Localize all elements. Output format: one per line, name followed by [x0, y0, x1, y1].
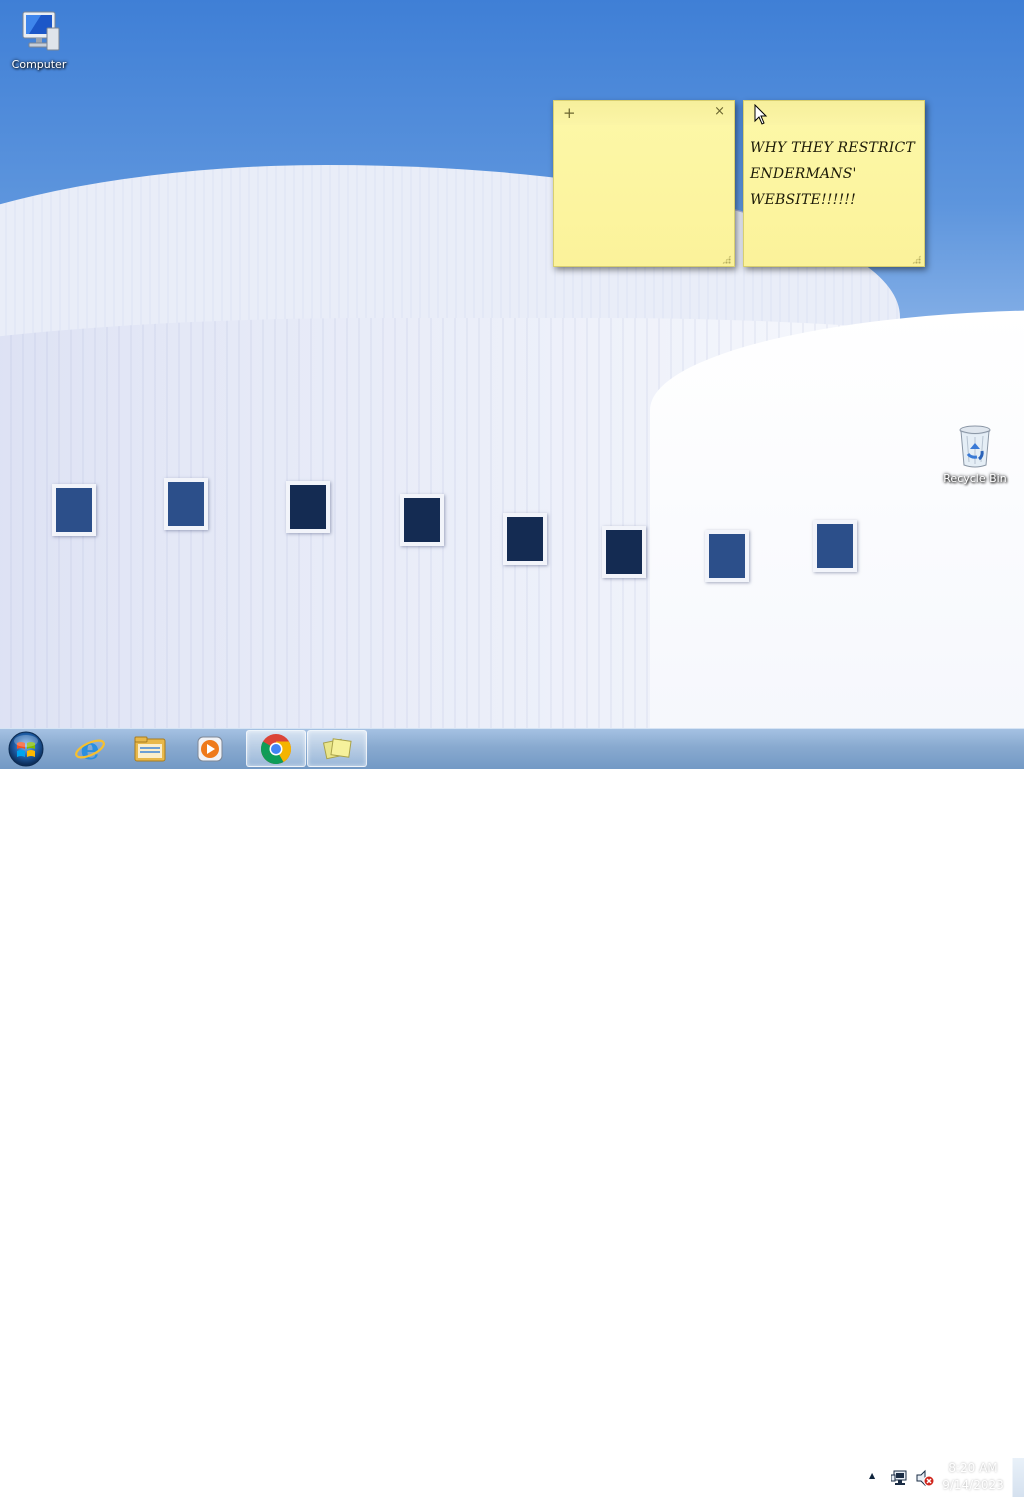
volume-muted-icon[interactable] [915, 1469, 935, 1487]
resize-grip-icon[interactable] [722, 255, 731, 264]
chrome-icon [260, 733, 292, 764]
sticky-notes-icon [322, 737, 352, 759]
internet-explorer-icon: e [75, 733, 105, 765]
sticky-note[interactable]: WHY THEY RESTRICT ENDERMANS' WEBSITE!!!!… [743, 100, 925, 267]
sticky-note-titlebar[interactable]: + × [554, 101, 734, 125]
show-desktop-button[interactable] [1012, 1458, 1024, 1497]
wallpaper-wave-front [650, 310, 1024, 728]
desktop-icon-computer[interactable]: Computer [1, 8, 77, 71]
sticky-note[interactable]: + × [553, 100, 735, 267]
sticky-note-line: WHY THEY RESTRICT [750, 140, 915, 156]
taskbar-explorer-button[interactable] [121, 730, 179, 767]
wallpaper-window [400, 494, 444, 546]
clock-time: 8:20 AM [948, 1461, 998, 1475]
svg-text:e: e [80, 733, 99, 765]
wallpaper-window [52, 484, 96, 536]
desktop-icon-label: Computer [11, 58, 67, 71]
media-player-icon [197, 736, 223, 761]
taskbar-media-player-button[interactable] [181, 730, 239, 767]
wallpaper-window [503, 513, 547, 565]
mouse-cursor-icon [754, 104, 768, 125]
taskbar-chrome-button[interactable] [246, 730, 306, 767]
clock-date: 9/14/2023 [942, 1478, 1004, 1492]
folder-icon [134, 736, 166, 761]
wallpaper-window [286, 481, 330, 533]
show-hidden-icons-button[interactable]: ▲ [869, 1471, 875, 1480]
sticky-note-titlebar[interactable] [744, 101, 924, 125]
desktop[interactable]: Computer Recycle Bin + × WHY THEY RESTRI… [0, 0, 1024, 728]
resize-grip-icon[interactable] [912, 255, 921, 264]
computer-icon [22, 11, 60, 51]
recycle-bin-icon [959, 425, 991, 468]
desktop-icon-label: Recycle Bin [943, 472, 1007, 485]
taskbar-sticky-notes-button[interactable] [307, 730, 367, 767]
wallpaper-window [164, 478, 208, 530]
wallpaper-window [813, 520, 857, 572]
taskbar-clock[interactable]: 8:20 AM 9/14/2023 [940, 1460, 1006, 1494]
sticky-note-line: WEBSITE!!!!!! [750, 192, 856, 208]
new-note-button[interactable]: + [563, 104, 576, 122]
windows-orb-icon [8, 731, 44, 767]
wallpaper-window [602, 526, 646, 578]
taskbar-internet-explorer-button[interactable]: e [61, 730, 119, 767]
sticky-note-body[interactable] [554, 125, 734, 135]
wallpaper-window [705, 530, 749, 582]
network-icon[interactable] [891, 1469, 909, 1487]
taskbar: e ▲ 8:20 AM 9/14/2023 [0, 728, 1024, 1497]
desktop-icon-recycle-bin[interactable]: Recycle Bin [937, 422, 1013, 485]
sticky-note-body[interactable]: WHY THEY RESTRICT ENDERMANS' WEBSITE!!!!… [744, 125, 924, 213]
start-button[interactable] [6, 730, 46, 768]
delete-note-button[interactable]: × [714, 104, 725, 119]
sticky-note-line: ENDERMANS' [750, 166, 857, 182]
